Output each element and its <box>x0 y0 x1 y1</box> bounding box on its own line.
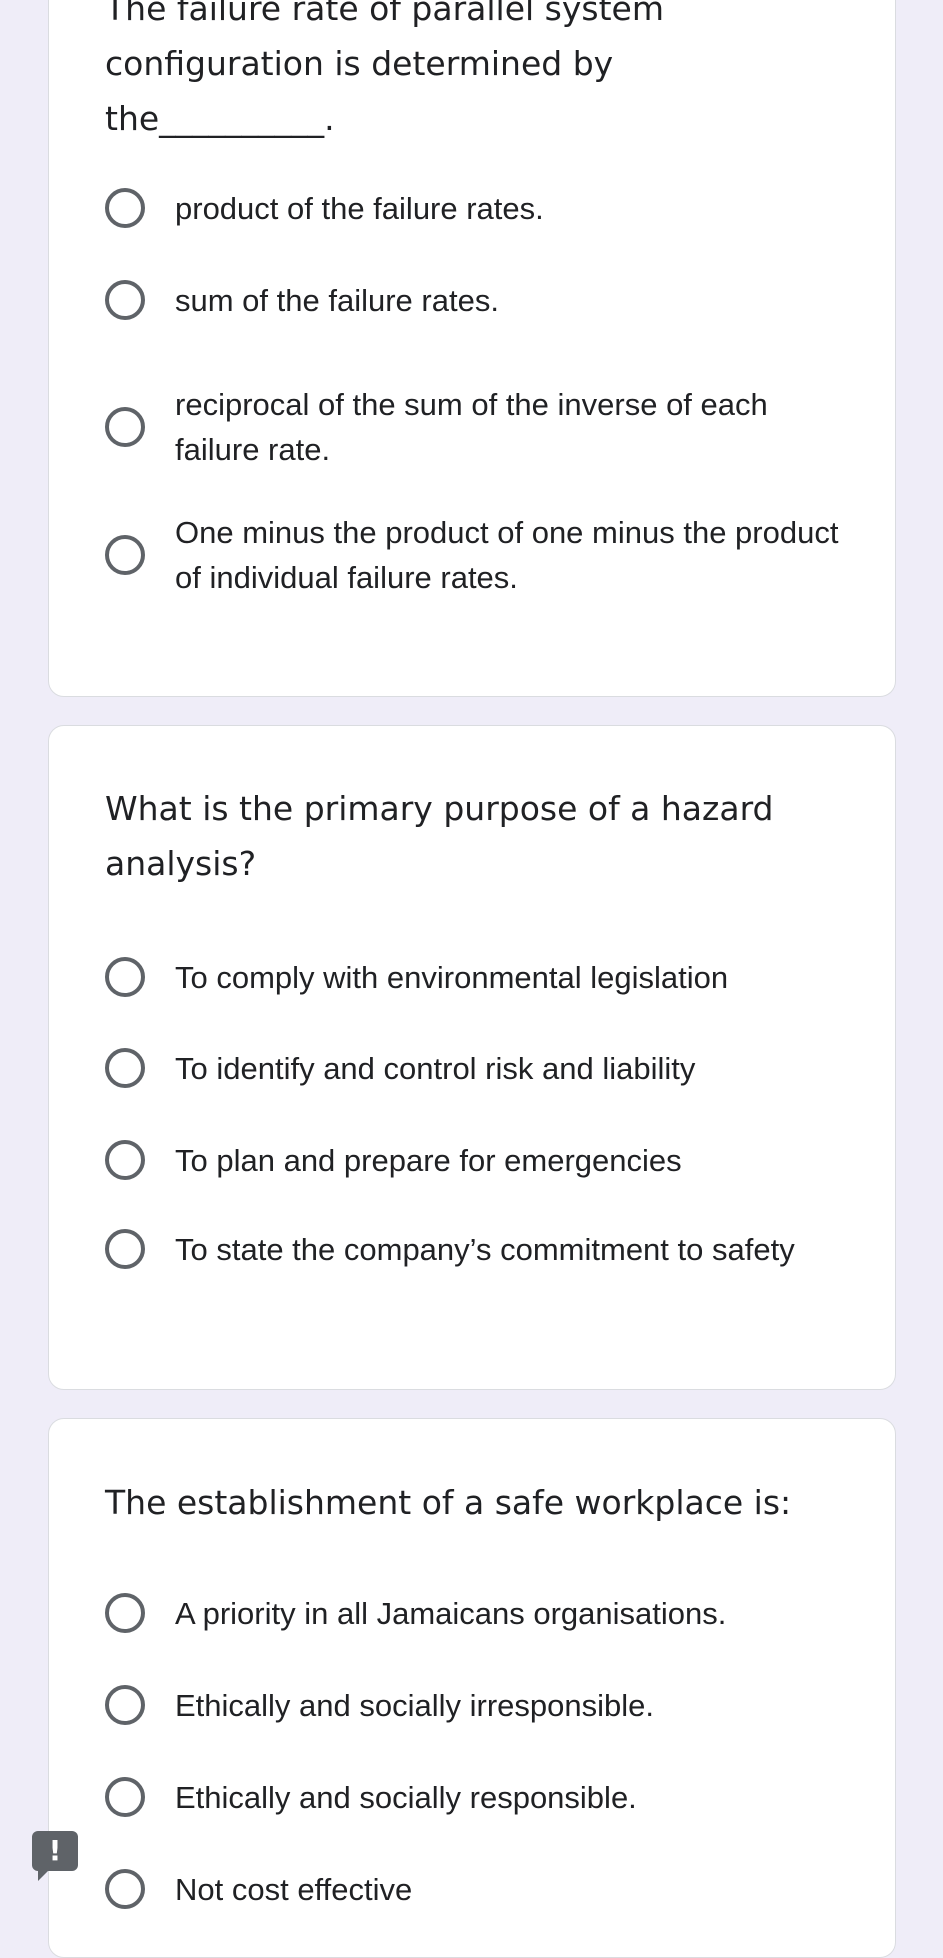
radio-button-icon[interactable] <box>105 1048 145 1088</box>
question-card: What is the primary purpose of a hazard … <box>48 725 896 1390</box>
radio-button-icon[interactable] <box>105 1869 145 1909</box>
radio-button-icon[interactable] <box>105 1229 145 1269</box>
option-label: To state the company’s commitment to saf… <box>175 1231 795 1267</box>
question-text: The failure rate of parallel system conf… <box>105 0 664 138</box>
option-radio[interactable]: Ethically and socially responsible. <box>105 1772 855 1822</box>
option-radio[interactable]: To plan and prepare for emergencies <box>105 1135 855 1185</box>
option-label: Ethically and socially responsible. <box>175 1779 637 1815</box>
option-label: sum of the failure rates. <box>175 282 499 318</box>
radio-button-icon[interactable] <box>105 957 145 997</box>
option-label: Not cost effective <box>175 1871 413 1907</box>
radio-button-icon[interactable] <box>105 1777 145 1817</box>
exclamation-feedback-icon: ! <box>48 1834 62 1867</box>
question-card: The establishment of a safe workplace is… <box>48 1418 896 1958</box>
option-label: Ethically and socially irresponsible. <box>175 1687 655 1723</box>
question-text: The establishment of a safe workplace is… <box>105 1483 792 1522</box>
option-radio[interactable]: reciprocal of the sum of the inverse of … <box>105 382 855 472</box>
radio-button-icon[interactable] <box>105 407 145 447</box>
option-label: One minus the product of one minus the p… <box>175 515 839 595</box>
radio-button-icon[interactable] <box>105 1593 145 1633</box>
option-radio[interactable]: One minus the product of one minus the p… <box>105 510 855 600</box>
option-label: To identify and control risk and liabili… <box>175 1050 696 1086</box>
option-radio[interactable]: A priority in all Jamaicans organisation… <box>105 1588 855 1638</box>
option-label: To comply with environmental legislation <box>175 959 729 995</box>
option-radio[interactable]: To comply with environmental legislation <box>105 952 855 1002</box>
option-radio[interactable]: Not cost effective <box>105 1864 855 1914</box>
radio-button-icon[interactable] <box>105 1140 145 1180</box>
option-radio[interactable]: To identify and control risk and liabili… <box>105 1043 855 1093</box>
option-label: reciprocal of the sum of the inverse of … <box>175 387 768 467</box>
question-text: What is the primary purpose of a hazard … <box>105 789 774 883</box>
option-radio[interactable]: Ethically and socially irresponsible. <box>105 1680 855 1730</box>
option-radio[interactable]: sum of the failure rates. <box>105 275 855 325</box>
report-feedback-button[interactable]: ! <box>32 1831 78 1881</box>
option-label: To plan and prepare for emergencies <box>175 1142 682 1178</box>
radio-button-icon[interactable] <box>105 188 145 228</box>
option-radio[interactable]: To state the company’s commitment to saf… <box>105 1204 855 1294</box>
question-card: The failure rate of parallel system conf… <box>48 0 896 697</box>
option-label: product of the failure rates. <box>175 190 544 226</box>
radio-button-icon[interactable] <box>105 1685 145 1725</box>
radio-button-icon[interactable] <box>105 280 145 320</box>
radio-button-icon[interactable] <box>105 535 145 575</box>
option-radio[interactable]: product of the failure rates. <box>105 183 855 233</box>
option-label: A priority in all Jamaicans organisation… <box>175 1595 727 1631</box>
